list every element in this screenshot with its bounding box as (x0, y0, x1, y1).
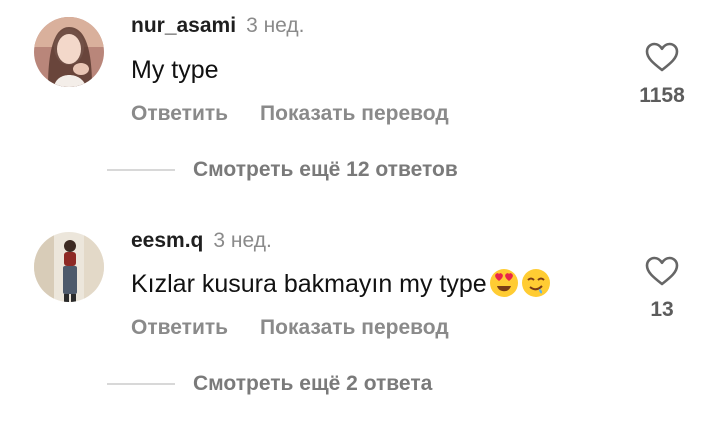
like-area: 1158 (632, 42, 692, 108)
comment-text: My type (131, 56, 219, 84)
profile-photo-icon (34, 17, 104, 87)
timestamp: 3 нед. (213, 229, 272, 252)
show-translation-button[interactable]: Показать перевод (260, 316, 449, 339)
view-more-replies-button[interactable]: Смотреть ещё 12 ответов (193, 157, 458, 183)
show-translation-button[interactable]: Показать перевод (260, 102, 449, 125)
avatar[interactable] (34, 17, 104, 87)
reply-button[interactable]: Ответить (131, 316, 228, 339)
timestamp: 3 нед. (246, 14, 305, 37)
username[interactable]: eesm.q (131, 229, 203, 252)
avatar[interactable] (34, 232, 104, 302)
heart-eyes-emoji-icon (489, 269, 518, 297)
replies-divider (107, 383, 175, 385)
username[interactable]: nur_asami (131, 14, 236, 37)
comment-header: eesm.q 3 нед. (131, 228, 272, 254)
profile-photo-icon (34, 232, 104, 302)
heart-icon[interactable] (645, 42, 679, 72)
reply-button[interactable]: Ответить (131, 102, 228, 125)
replies-divider (107, 169, 175, 171)
comment-actions: Ответить Показать перевод (131, 315, 449, 341)
view-more-replies-button[interactable]: Смотреть ещё 2 ответа (193, 371, 432, 397)
comment-text-content: Kızlar kusura bakmayın my type (131, 270, 487, 298)
comment-text: Kızlar kusura bakmayın my type (131, 268, 551, 300)
heart-icon[interactable] (645, 256, 679, 286)
like-count: 1158 (639, 84, 685, 107)
view-replies-row: Смотреть ещё 12 ответов (107, 157, 458, 183)
comment-actions: Ответить Показать перевод (131, 101, 449, 127)
like-area: 13 (632, 256, 692, 322)
comment-header: nur_asami 3 нед. (131, 13, 304, 39)
drooling-face-emoji-icon (521, 269, 550, 297)
view-replies-row: Смотреть ещё 2 ответа (107, 371, 432, 397)
like-count: 13 (650, 298, 674, 321)
